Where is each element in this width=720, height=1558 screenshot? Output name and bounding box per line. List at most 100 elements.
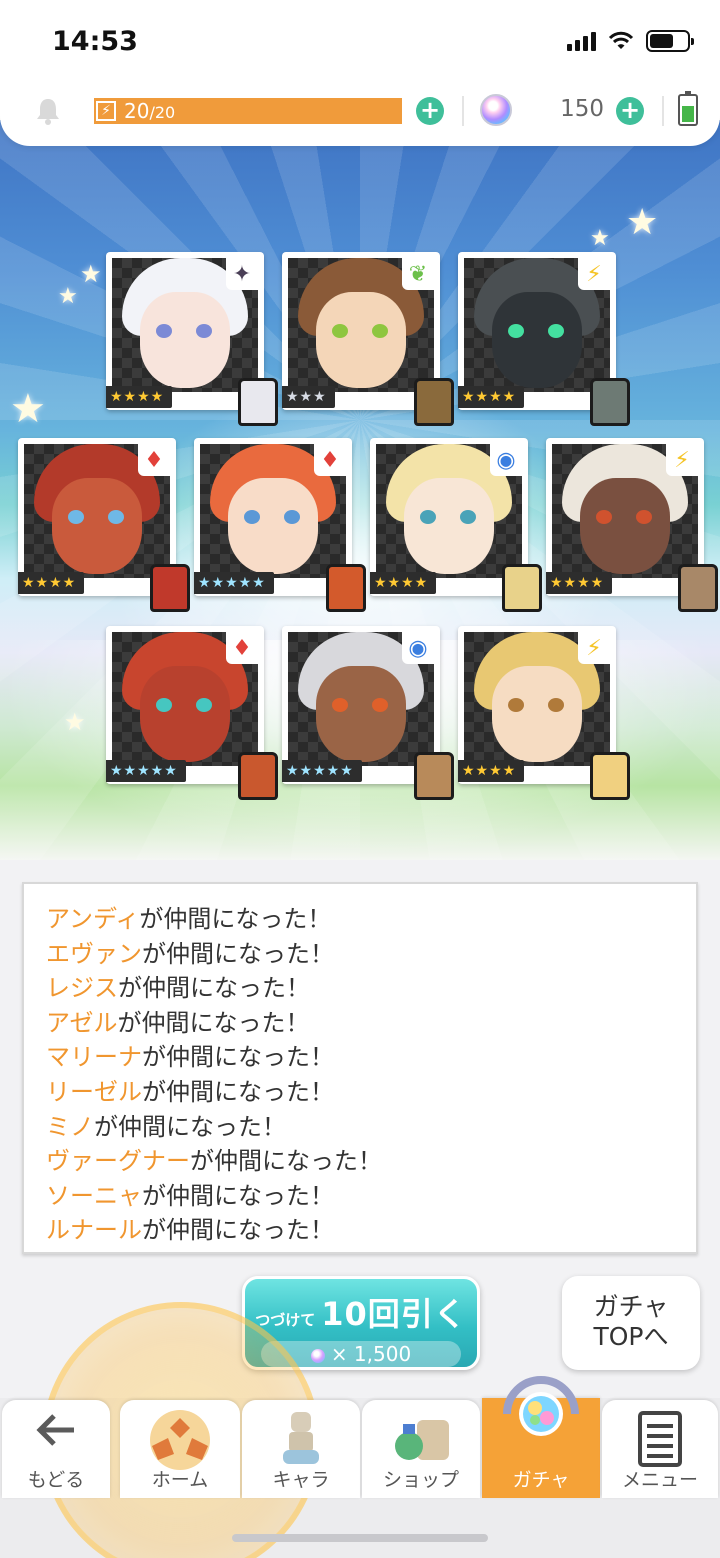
portrait-eye [636, 510, 652, 524]
log-character-name: ヴァーグナー [46, 1147, 190, 1176]
tab-back[interactable]: もどる [2, 1400, 110, 1498]
portrait-eye [508, 324, 524, 338]
notification-bell-icon[interactable] [34, 96, 62, 126]
sparkle-star-icon: ★ [626, 202, 659, 243]
stamina-value: 20/20 [124, 99, 175, 123]
sparkle-star-icon: ★ [590, 226, 610, 251]
rarity-stars: ★★★★ [458, 386, 525, 408]
portrait-eye [156, 324, 172, 338]
log-line: ルナールが仲間になった！ [46, 1213, 674, 1248]
water-element-icon: ◉ [490, 444, 522, 476]
log-character-name: ソーニャ [46, 1181, 142, 1210]
log-message-suffix: が仲間になった！ [139, 905, 332, 933]
character-card[interactable]: ⚡ ★★★★ [458, 626, 630, 800]
tab-gacha-label: ガチャ [512, 1469, 570, 1491]
add-stamina-button[interactable]: + [416, 97, 444, 125]
tab-home-label: ホーム [151, 1469, 209, 1491]
thunder-element-icon: ⚡ [578, 258, 610, 290]
portrait-face [580, 478, 670, 574]
portrait-eye [596, 510, 612, 524]
back-arrow-icon [36, 1414, 74, 1446]
character-card[interactable]: ♦ ★★★★ [18, 438, 190, 612]
log-message-suffix: が仲間になった！ [190, 1147, 382, 1176]
tab-back-label: もどる [27, 1469, 85, 1491]
sparkle-star-icon: ★ [58, 284, 78, 309]
log-line: エヴァンが仲間になった！ [46, 937, 674, 972]
character-card[interactable]: ✦ ★★★★ [106, 252, 278, 426]
pixel-sprite-icon [590, 752, 630, 800]
tab-gacha[interactable]: ガチャ [482, 1376, 600, 1498]
pixel-sprite-icon [326, 564, 366, 612]
home-icon [150, 1410, 210, 1470]
portrait-eye [284, 510, 300, 524]
pull-button-title: つづけて 10回引く [245, 1289, 477, 1335]
log-character-name: エヴァン [46, 939, 142, 968]
character-card[interactable]: ◉ ★★★★ [370, 438, 542, 612]
water-element-icon: ◉ [402, 632, 434, 664]
portrait-eye [196, 698, 212, 712]
portrait-eye [244, 510, 260, 524]
resource-hud: ⚡ 20/20 + 150 + [0, 88, 720, 134]
sparkle-star-icon: ★ [10, 386, 46, 432]
tab-menu[interactable]: メニュー [602, 1400, 718, 1498]
log-character-name: マリーナ [46, 1043, 142, 1072]
gem-icon [480, 94, 512, 126]
rarity-stars: ★★★★★ [282, 760, 362, 782]
log-message-suffix: が仲間になった！ [94, 1112, 286, 1141]
tab-chara-label: キャラ [272, 1469, 330, 1491]
portrait-eye [332, 698, 348, 712]
device-battery-icon [678, 91, 698, 126]
tab-home[interactable]: ホーム [120, 1400, 240, 1498]
pixel-sprite-icon [414, 752, 454, 800]
log-message-suffix: が仲間になった！ [117, 1008, 310, 1037]
portrait-face [316, 666, 406, 762]
status-icons [567, 30, 694, 52]
portrait-face [140, 666, 230, 762]
log-line: アンディが仲間になった！ [46, 902, 674, 937]
portrait-face [492, 292, 582, 388]
portrait-eye [548, 324, 564, 338]
portrait-eye [108, 510, 124, 524]
character-card[interactable]: ❦ ★★★ [282, 252, 454, 426]
tab-chara[interactable]: キャラ [242, 1400, 360, 1498]
portrait-eye [68, 510, 84, 524]
fire-element-icon: ♦ [314, 444, 346, 476]
rarity-stars: ★★★★★ [194, 572, 274, 594]
wifi-icon [608, 31, 634, 49]
character-card[interactable]: ◉ ★★★★★ [282, 626, 454, 800]
pixel-sprite-icon [238, 752, 278, 800]
gacha-result-scene: ★ ★ ★ ★ ★ ★ ✦ ★★★★ ❦ ★★★ ⚡ ★★★★ ♦ ★★★★ ♦ ★★★★★ ◉ ★★… [0, 120, 720, 860]
character-card[interactable]: ♦ ★★★★★ [106, 626, 278, 800]
portrait-face [140, 292, 230, 388]
recruit-message-log[interactable]: アンディが仲間になった！ エヴァンが仲間になった！ レジスが仲間になった！ アゼルが仲… [22, 882, 698, 1254]
home-indicator [232, 1534, 488, 1542]
pull-title: 10回引く [321, 1295, 467, 1333]
log-character-name: ルナール [46, 1216, 142, 1245]
stamina-current: 20 [124, 99, 150, 123]
log-character-name: レジス [46, 974, 118, 1003]
portrait-eye [196, 324, 212, 338]
log-character-name: アンディ [46, 905, 140, 933]
character-icon [283, 1412, 319, 1464]
character-card[interactable]: ♦ ★★★★★ [194, 438, 366, 612]
rarity-stars: ★★★★ [546, 572, 613, 594]
portrait-face [228, 478, 318, 574]
fire-element-icon: ♦ [226, 632, 258, 664]
log-line: アゼルが仲間になった！ [46, 1006, 674, 1041]
add-gems-button[interactable]: + [616, 97, 644, 125]
portrait-face [52, 478, 142, 574]
portrait-eye [332, 324, 348, 338]
stamina-bar: ⚡ 20/20 [94, 98, 402, 124]
wind-element-icon: ❦ [402, 258, 434, 290]
character-card[interactable]: ⚡ ★★★★ [546, 438, 718, 612]
log-message-suffix: が仲間になった！ [142, 939, 334, 968]
portrait-eye [420, 510, 436, 524]
log-message-suffix: が仲間になった！ [142, 1077, 334, 1106]
character-card[interactable]: ⚡ ★★★★ [458, 252, 630, 426]
gacha-top-button[interactable]: ガチャ TOPへ [562, 1276, 700, 1370]
tab-shop[interactable]: ショップ [362, 1400, 480, 1498]
log-message-suffix: が仲間になった！ [142, 1181, 334, 1210]
status-time: 14:53 [52, 26, 138, 57]
gem-count: 150 [560, 96, 604, 122]
pixel-sprite-icon [414, 378, 454, 426]
